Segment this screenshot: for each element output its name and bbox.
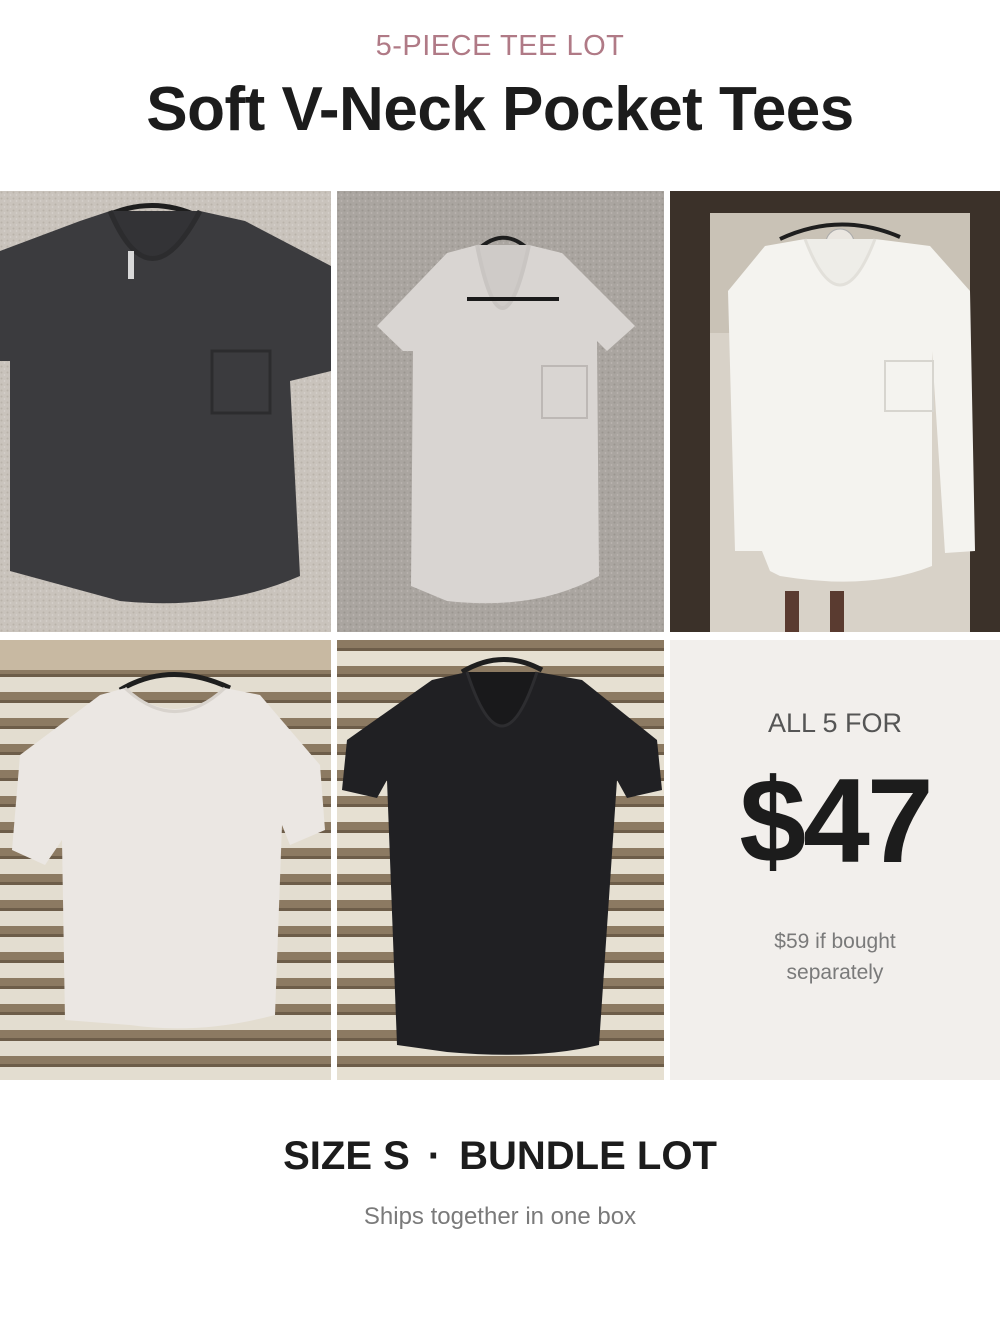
- bundle-label: ALL 5 FOR: [767, 708, 903, 738]
- bundle-price: $47: [739, 754, 933, 888]
- lot-type-label: BUNDLE LOT: [459, 1134, 717, 1178]
- photo-white-long-sleeve-tee: [670, 191, 1000, 632]
- compare-price-line-2: separately: [786, 961, 884, 984]
- kicker-label: 5-PIECE TEE LOT: [375, 30, 625, 62]
- photo-grid: ALL 5 FOR $47 $59 if bought separately: [0, 191, 1000, 1080]
- footer-headline: SIZE S · BUNDLE LOT: [0, 1134, 1000, 1179]
- page-title: Soft V-Neck Pocket Tees: [146, 75, 854, 144]
- size-label: SIZE S: [283, 1134, 410, 1178]
- shipping-note: Ships together in one box: [363, 1203, 637, 1230]
- compare-price: $59 if bought separately: [730, 926, 940, 988]
- photo-black-v-neck-tee: [337, 640, 664, 1080]
- photo-heather-grey-v-neck-tee: [337, 191, 664, 632]
- compare-price-line-1: $59 if bought: [774, 930, 896, 953]
- photo-charcoal-v-neck-tee: [0, 191, 331, 632]
- photo-white-scoop-neck-tee: [0, 640, 331, 1080]
- price-panel: ALL 5 FOR $47 $59 if bought separately: [670, 640, 1000, 1080]
- separator-dot: ·: [427, 1134, 442, 1178]
